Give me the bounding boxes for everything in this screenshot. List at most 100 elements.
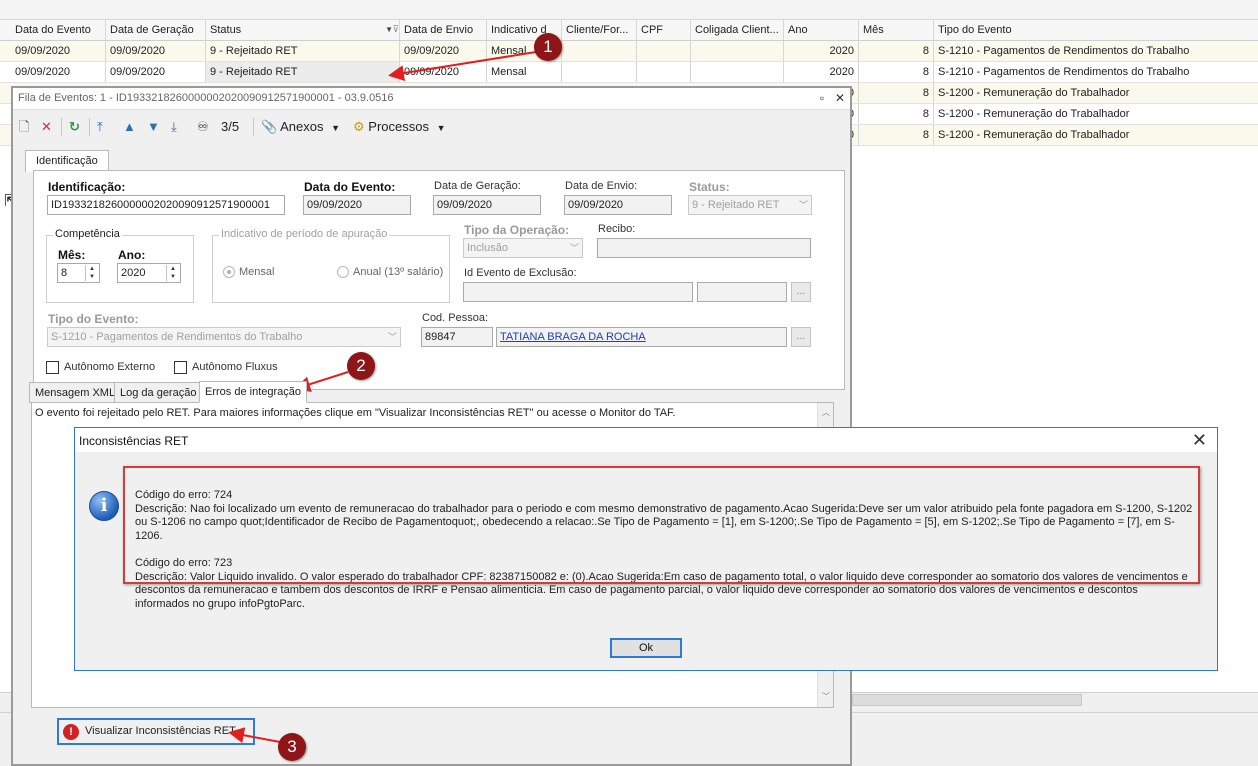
cell-data-evento: 09/09/2020: [11, 62, 106, 82]
spinner-arrows-icon[interactable]: ▲ ▼: [85, 265, 98, 281]
new-document-icon[interactable]: 🗋: [19, 116, 29, 138]
scroll-down-icon[interactable]: ﹀: [818, 689, 834, 705]
cell-indicativo: Mensal: [487, 62, 562, 82]
col-cpf[interactable]: CPF: [637, 20, 691, 40]
scroll-up-icon[interactable]: ︿: [818, 405, 834, 421]
tab-mensagem-xml[interactable]: Mensagem XML: [29, 382, 122, 403]
anexos-menu[interactable]: 📎 Anexos ▼: [261, 116, 340, 138]
toolbar-separator: [89, 118, 90, 136]
cell-tipo: S-1200 - Remuneração do Trabalhador: [938, 129, 1130, 141]
pessoa-name-link[interactable]: TATIANA BRAGA DA ROCHA: [496, 327, 787, 347]
cell-tipo: S-1210 - Pagamentos de Rendimentos do Tr…: [938, 66, 1190, 78]
annotation-badge-2: 2: [347, 352, 375, 380]
col-data-geracao[interactable]: Data de Geração: [106, 20, 206, 40]
chevron-down-icon: ﹀: [569, 243, 579, 253]
pessoa-lookup-button[interactable]: ...: [791, 327, 811, 347]
col-mes[interactable]: Mês: [859, 20, 934, 40]
processos-menu[interactable]: ⚙ Processos ▼: [353, 116, 446, 138]
col-status[interactable]: Status ▼ ⊽: [206, 20, 400, 40]
col-data-evento[interactable]: Data do Evento: [11, 20, 106, 40]
cell-mes: 8: [859, 125, 934, 145]
binoculars-icon[interactable]: ♾: [197, 116, 209, 138]
error-message-text: O evento foi rejeitado pelo RET. Para ma…: [35, 407, 676, 419]
table-row[interactable]: 09/09/2020 09/09/2020 9 - Rejeitado RET …: [0, 62, 1258, 83]
id-exclusao-field[interactable]: [463, 282, 693, 302]
grid-top-bar: [0, 0, 1258, 20]
col-ano[interactable]: Ano: [784, 20, 859, 40]
id-exclusao-label: Id Evento de Exclusão:: [464, 267, 577, 279]
cell-mes: 8: [859, 41, 934, 61]
record-counter: 3/5: [221, 119, 240, 134]
info-icon: i: [89, 491, 119, 521]
cell-ano: 2020: [784, 62, 859, 82]
ano-stepper[interactable]: 2020 ▲ ▼: [117, 263, 181, 283]
col-cliente[interactable]: Cliente/For...: [562, 20, 637, 40]
tipo-operacao-label: Tipo da Operação:: [464, 223, 570, 237]
cell-ano: 2020: [784, 41, 859, 61]
close-icon[interactable]: ✕: [832, 90, 848, 106]
delete-icon[interactable]: ✕: [41, 116, 52, 138]
autonomo-fluxus-label: Autônomo Fluxus: [192, 361, 278, 373]
ok-button[interactable]: Ok: [610, 638, 682, 658]
maximize-icon[interactable]: ▫: [814, 90, 830, 106]
col-coligada[interactable]: Coligada Client...: [691, 20, 784, 40]
autonomo-externo-label: Autônomo Externo: [64, 361, 156, 373]
status-value: 9 - Rejeitado RET: [692, 199, 780, 211]
refresh-icon[interactable]: ↻: [69, 116, 80, 138]
cell-data-geracao: 09/09/2020: [106, 41, 206, 61]
dropdown-arrow-icon: ▼: [436, 123, 446, 133]
recibo-field[interactable]: [597, 238, 811, 258]
last-record-icon[interactable]: ⤓: [171, 116, 177, 138]
mes-value: 8: [61, 267, 68, 279]
identificacao-field[interactable]: ID1933218260000002020090912571900001: [47, 195, 285, 215]
visualizar-inconsistencias-button[interactable]: ! Visualizar Inconsistências RET: [57, 718, 255, 745]
cell-status: 9 - Rejeitado RET: [206, 62, 400, 82]
spinner-arrows-icon[interactable]: ▲ ▼: [166, 265, 179, 281]
recibo-label: Recibo:: [598, 223, 636, 235]
table-row[interactable]: 09/09/2020 09/09/2020 9 - Rejeitado RET …: [0, 41, 1258, 62]
indicativo-label: Indicativo de período de apuração: [219, 228, 390, 240]
dialog-close-icon[interactable]: ✕: [1192, 430, 1207, 450]
tab-identificacao[interactable]: Identificação: [25, 150, 109, 172]
first-record-icon[interactable]: ⤒: [97, 116, 103, 138]
data-geracao-field[interactable]: 09/09/2020: [433, 195, 541, 215]
id-exclusao-lookup-button[interactable]: ...: [791, 282, 811, 302]
window-title: Fila de Eventos: 1 - ID19332182600000020…: [18, 92, 394, 104]
cell-status: 9 - Rejeitado RET: [206, 41, 400, 61]
toolbar-separator: [253, 118, 254, 136]
col-data-envio[interactable]: Data de Envio: [400, 20, 487, 40]
visualizar-label: Visualizar Inconsistências RET: [85, 725, 236, 737]
mes-stepper[interactable]: 8 ▲ ▼: [57, 263, 100, 283]
previous-record-icon[interactable]: ▲: [123, 116, 136, 138]
processos-label: Processos: [368, 119, 429, 134]
autonomo-fluxus-checkbox[interactable]: [174, 361, 187, 374]
filter-icon[interactable]: ⊽: [392, 20, 399, 39]
col-tipo-evento[interactable]: Tipo do Evento: [934, 20, 1258, 40]
cell-cpf: [637, 62, 691, 82]
cell-data-evento: 09/09/2020: [11, 41, 106, 61]
tab-erros-integracao[interactable]: Erros de integração: [199, 381, 307, 403]
tab-log-geracao[interactable]: Log da geração: [114, 382, 203, 403]
tipo-evento-value: S-1210 - Pagamentos de Rendimentos do Tr…: [51, 331, 303, 343]
cell-mes: 8: [859, 104, 934, 124]
anual-radio: [337, 266, 349, 278]
cell-cliente: [562, 62, 637, 82]
competencia-label: Competência: [53, 228, 122, 240]
paperclip-icon: 📎: [261, 119, 278, 134]
mes-label: Mês:: [58, 248, 86, 262]
data-evento-field[interactable]: 09/09/2020: [303, 195, 411, 215]
cell-cpf: [637, 41, 691, 61]
data-envio-label: Data de Envio:: [565, 180, 638, 192]
autonomo-externo-checkbox[interactable]: [46, 361, 59, 374]
grid-header: Data do Evento Data de Geração Status ▼ …: [0, 20, 1258, 41]
annotation-badge-1: 1: [534, 33, 562, 61]
mensal-label: Mensal: [239, 266, 275, 278]
id-exclusao-extra-field[interactable]: [697, 282, 787, 302]
cell-cliente: [562, 41, 637, 61]
toolbar: 🗋 ✕ ↻ ⤒ ▲ ▼ ⤓ ♾ 3/5 📎 Anexos ▼ ⚙ Process…: [13, 112, 850, 142]
data-envio-field[interactable]: 09/09/2020: [564, 195, 672, 215]
cod-pessoa-field[interactable]: 89847: [421, 327, 493, 347]
indicativo-group: Indicativo de período de apuração Mensal…: [212, 228, 450, 303]
horizontal-scrollbar[interactable]: [852, 694, 1082, 706]
next-record-icon[interactable]: ▼: [147, 116, 160, 138]
